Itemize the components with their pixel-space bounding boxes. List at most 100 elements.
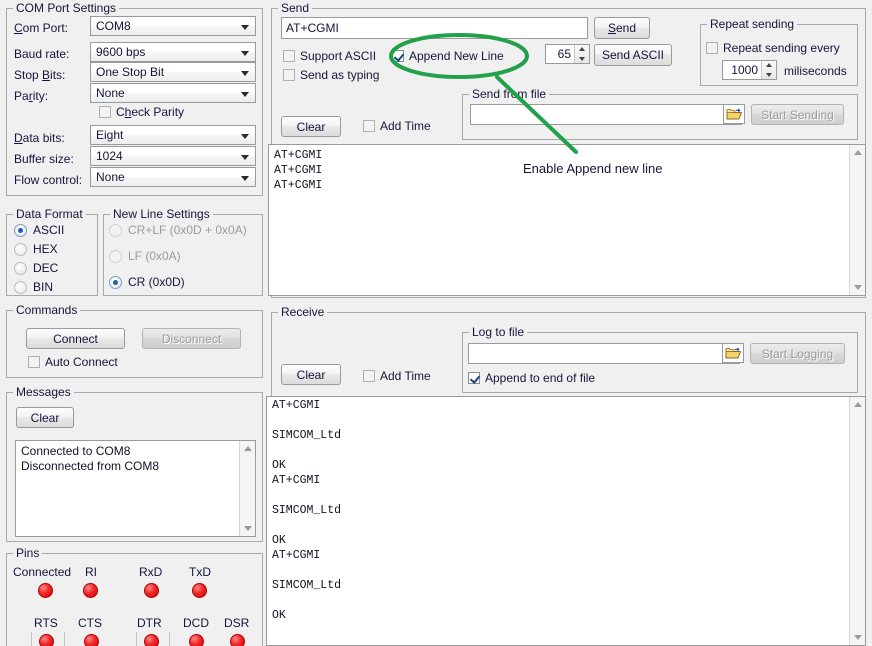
receive-log-area[interactable]: AT+CGMI SIMCOM_Ltd OK AT+CGMI SIMCOM_Ltd… [266, 396, 866, 646]
send-button[interactable]: Send [594, 17, 650, 39]
check-parity-checkbox[interactable]: Check Parity [99, 105, 184, 119]
spinner-buttons[interactable] [574, 45, 589, 63]
pin-label-rxd: RxD [139, 565, 162, 579]
messages-log-text: Connected to COM8 Disconnected from COM8 [21, 444, 235, 474]
chevron-down-icon [241, 71, 249, 76]
pin-led-rxd [144, 583, 159, 598]
receive-log-scrollbar[interactable] [849, 397, 865, 645]
receive-add-time-label: Add Time [380, 369, 431, 383]
pin-label-txd: TxD [189, 565, 211, 579]
data-bits-label: Data bits: [14, 131, 65, 145]
radio-dot [109, 250, 122, 263]
repeat-interval-spinner[interactable]: 1000 [722, 60, 777, 80]
flow-control-combo[interactable]: None [90, 167, 256, 187]
append-end-of-file-checkbox[interactable]: Append to end of file [468, 371, 595, 385]
repeat-sending-checkbox[interactable]: Repeat sending every [706, 41, 840, 55]
checkbox-box [283, 50, 295, 62]
pin-label-dsr: DSR [224, 616, 249, 630]
radio-dec[interactable]: DEC [14, 261, 58, 275]
stop-bits-label: Stop Bits: [14, 68, 65, 82]
com-port-settings-title: COM Port Settings [13, 1, 119, 15]
scroll-down-icon[interactable] [850, 280, 866, 295]
radio-hex[interactable]: HEX [14, 242, 58, 256]
send-ascii-button[interactable]: Send ASCII [594, 44, 672, 66]
com-port-label: Com Port: [14, 21, 68, 35]
disconnect-button[interactable]: Disconnect [142, 328, 241, 349]
log-file-path-input[interactable] [468, 343, 740, 364]
radio-label: ASCII [33, 223, 64, 237]
receive-clear-button[interactable]: Clear [281, 364, 341, 385]
stop-bits-value: One Stop Bit [96, 65, 164, 79]
spinner-down-icon[interactable] [762, 70, 776, 79]
spinner-buttons[interactable] [761, 61, 776, 79]
checkbox-box [392, 50, 404, 62]
radio-dot [14, 224, 27, 237]
pin-label-dtr: DTR [137, 616, 162, 630]
start-sending-button[interactable]: Start Sending [751, 104, 844, 125]
radio-bin[interactable]: BIN [14, 280, 53, 294]
annotation-text: Enable Append new line [523, 161, 663, 176]
chevron-down-icon [241, 25, 249, 30]
pin-label-cts: CTS [78, 616, 102, 630]
data-bits-combo[interactable]: Eight [90, 125, 256, 145]
send-file-path-input[interactable] [470, 104, 742, 125]
pin-led-rts [39, 634, 54, 646]
pin-label-dcd: DCD [183, 616, 209, 630]
pin-led-ri [83, 583, 98, 598]
connect-label: Connect [53, 332, 98, 346]
log-file-browse-button[interactable] [722, 343, 744, 363]
receive-log-text: AT+CGMI SIMCOM_Ltd OK AT+CGMI SIMCOM_Ltd… [272, 398, 845, 623]
pin-led-dsr [230, 634, 245, 646]
radio-dot [109, 224, 122, 237]
scroll-up-icon[interactable] [850, 397, 866, 412]
repeat-interval-value: 1000 [723, 61, 761, 79]
buffer-size-label: Buffer size: [14, 152, 74, 166]
auto-connect-label: Auto Connect [45, 355, 118, 369]
com-port-value: COM8 [96, 19, 131, 33]
radio-label: BIN [33, 280, 53, 294]
radio-lf[interactable]: LF (0x0A) [109, 249, 181, 263]
send-as-typing-label: Send as typing [300, 68, 379, 82]
auto-connect-checkbox[interactable]: Auto Connect [28, 355, 118, 369]
baud-rate-combo[interactable]: 9600 bps [90, 42, 256, 62]
send-log-scrollbar[interactable] [849, 145, 865, 295]
radio-ascii[interactable]: ASCII [14, 223, 64, 237]
spinner-up-icon[interactable] [575, 45, 589, 54]
commands-title: Commands [13, 303, 80, 317]
ascii-code-spinner[interactable]: 65 [545, 44, 590, 64]
scroll-up-icon[interactable] [240, 441, 256, 456]
messages-scrollbar[interactable] [239, 441, 255, 536]
checkbox-box [363, 370, 375, 382]
support-ascii-checkbox[interactable]: Support ASCII [283, 49, 376, 63]
send-command-input[interactable]: AT+CGMI [281, 17, 588, 39]
send-add-time-checkbox[interactable]: Add Time [363, 119, 431, 133]
send-clear-button[interactable]: Clear [281, 116, 341, 137]
radio-cr[interactable]: CR (0x0D) [109, 275, 185, 289]
com-port-combo[interactable]: COM8 [90, 16, 256, 36]
repeat-sending-label: Repeat sending every [723, 41, 840, 55]
scroll-down-icon[interactable] [240, 521, 256, 536]
spinner-up-icon[interactable] [762, 61, 776, 70]
chevron-down-icon [241, 92, 249, 97]
start-sending-label: Start Sending [761, 108, 834, 122]
radio-crlf[interactable]: CR+LF (0x0D + 0x0A) [109, 223, 247, 237]
start-logging-button[interactable]: Start Logging [750, 343, 845, 364]
serial-terminal-window: COM Port Settings Com Port: COM8 Baud ra… [0, 0, 872, 646]
radio-label: HEX [33, 242, 58, 256]
stop-bits-combo[interactable]: One Stop Bit [90, 62, 256, 82]
connect-button[interactable]: Connect [26, 328, 125, 349]
send-file-browse-button[interactable] [723, 104, 745, 124]
spinner-down-icon[interactable] [575, 54, 589, 63]
pin-led-txd [192, 583, 207, 598]
messages-log-area[interactable]: Connected to COM8 Disconnected from COM8 [15, 440, 256, 537]
parity-combo[interactable]: None [90, 83, 256, 103]
append-new-line-checkbox[interactable]: Append New Line [392, 49, 504, 63]
pin-label-ri: RI [85, 565, 97, 579]
send-as-typing-checkbox[interactable]: Send as typing [283, 68, 379, 82]
scroll-up-icon[interactable] [850, 145, 866, 160]
messages-clear-button[interactable]: Clear [16, 407, 74, 428]
radio-dot [109, 276, 122, 289]
scroll-down-icon[interactable] [850, 630, 866, 645]
buffer-size-combo[interactable]: 1024 [90, 146, 256, 166]
receive-add-time-checkbox[interactable]: Add Time [363, 369, 431, 383]
